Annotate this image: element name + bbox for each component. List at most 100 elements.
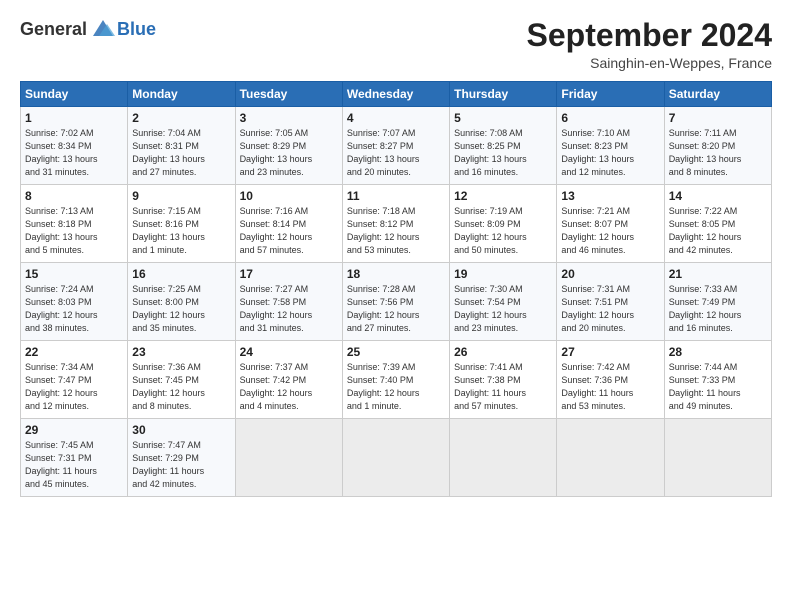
- table-row: [450, 419, 557, 497]
- day-number: 29: [25, 423, 123, 437]
- table-row: 29 Sunrise: 7:45 AM Sunset: 7:31 PM Dayli…: [21, 419, 128, 497]
- table-row: [235, 419, 342, 497]
- table-row: 1 Sunrise: 7:02 AM Sunset: 8:34 PM Daylig…: [21, 107, 128, 185]
- day-info: Sunrise: 7:11 AM Sunset: 8:20 PM Dayligh…: [669, 127, 767, 179]
- table-row: 15Sunrise: 7:24 AM Sunset: 8:03 PM Dayli…: [21, 263, 128, 341]
- day-info: Sunrise: 7:19 AM Sunset: 8:09 PM Dayligh…: [454, 205, 552, 257]
- day-number: 1: [25, 111, 123, 125]
- day-info: Sunrise: 7:37 AM Sunset: 7:42 PM Dayligh…: [240, 361, 338, 413]
- day-info: Sunrise: 7:42 AM Sunset: 7:36 PM Dayligh…: [561, 361, 659, 413]
- day-info: Sunrise: 7:24 AM Sunset: 8:03 PM Dayligh…: [25, 283, 123, 335]
- col-tuesday: Tuesday: [235, 82, 342, 107]
- day-number: 11: [347, 189, 445, 203]
- logo: General Blue: [20, 18, 156, 40]
- table-row: 27 Sunrise: 7:42 AM Sunset: 7:36 PM Dayli…: [557, 341, 664, 419]
- day-number: 2: [132, 111, 230, 125]
- day-number: 12: [454, 189, 552, 203]
- day-number: 3: [240, 111, 338, 125]
- day-info: Sunrise: 7:34 AM Sunset: 7:47 PM Dayligh…: [25, 361, 123, 413]
- table-row: 6 Sunrise: 7:10 AM Sunset: 8:23 PM Daylig…: [557, 107, 664, 185]
- col-friday: Friday: [557, 82, 664, 107]
- day-number: 27: [561, 345, 659, 359]
- col-wednesday: Wednesday: [342, 82, 449, 107]
- day-number: 20: [561, 267, 659, 281]
- table-row: 3 Sunrise: 7:05 AM Sunset: 8:29 PM Daylig…: [235, 107, 342, 185]
- col-saturday: Saturday: [664, 82, 771, 107]
- day-number: 7: [669, 111, 767, 125]
- table-row: 23 Sunrise: 7:36 AM Sunset: 7:45 PM Dayli…: [128, 341, 235, 419]
- logo-blue-text: Blue: [117, 19, 156, 40]
- header-row: Sunday Monday Tuesday Wednesday Thursday…: [21, 82, 772, 107]
- day-info: Sunrise: 7:45 AM Sunset: 7:31 PM Dayligh…: [25, 439, 123, 491]
- table-row: 16 Sunrise: 7:25 AM Sunset: 8:00 PM Dayli…: [128, 263, 235, 341]
- table-row: 25 Sunrise: 7:39 AM Sunset: 7:40 PM Dayli…: [342, 341, 449, 419]
- table-row: 14 Sunrise: 7:22 AM Sunset: 8:05 PM Dayli…: [664, 185, 771, 263]
- table-row: 20 Sunrise: 7:31 AM Sunset: 7:51 PM Dayli…: [557, 263, 664, 341]
- day-number: 25: [347, 345, 445, 359]
- day-info: Sunrise: 7:08 AM Sunset: 8:25 PM Dayligh…: [454, 127, 552, 179]
- day-info: Sunrise: 7:02 AM Sunset: 8:34 PM Dayligh…: [25, 127, 123, 179]
- table-row: 5Sunrise: 7:08 AM Sunset: 8:25 PM Daylig…: [450, 107, 557, 185]
- day-info: Sunrise: 7:25 AM Sunset: 8:00 PM Dayligh…: [132, 283, 230, 335]
- day-number: 6: [561, 111, 659, 125]
- location: Sainghin-en-Weppes, France: [527, 55, 772, 71]
- table-row: 13Sunrise: 7:21 AM Sunset: 8:07 PM Dayli…: [557, 185, 664, 263]
- day-info: Sunrise: 7:13 AM Sunset: 8:18 PM Dayligh…: [25, 205, 123, 257]
- month-title: September 2024: [527, 18, 772, 53]
- day-info: Sunrise: 7:33 AM Sunset: 7:49 PM Dayligh…: [669, 283, 767, 335]
- day-number: 8: [25, 189, 123, 203]
- header: General Blue September 2024 Sainghin-en-…: [20, 18, 772, 71]
- table-row: 4Sunrise: 7:07 AM Sunset: 8:27 PM Daylig…: [342, 107, 449, 185]
- day-info: Sunrise: 7:15 AM Sunset: 8:16 PM Dayligh…: [132, 205, 230, 257]
- day-info: Sunrise: 7:28 AM Sunset: 7:56 PM Dayligh…: [347, 283, 445, 335]
- table-row: 18Sunrise: 7:28 AM Sunset: 7:56 PM Dayli…: [342, 263, 449, 341]
- day-number: 9: [132, 189, 230, 203]
- day-number: 13: [561, 189, 659, 203]
- table-row: 10 Sunrise: 7:16 AM Sunset: 8:14 PM Dayli…: [235, 185, 342, 263]
- logo-general-text: General: [20, 19, 87, 40]
- table-row: 19Sunrise: 7:30 AM Sunset: 7:54 PM Dayli…: [450, 263, 557, 341]
- table-row: 8 Sunrise: 7:13 AM Sunset: 8:18 PM Daylig…: [21, 185, 128, 263]
- col-sunday: Sunday: [21, 82, 128, 107]
- day-info: Sunrise: 7:05 AM Sunset: 8:29 PM Dayligh…: [240, 127, 338, 179]
- day-number: 26: [454, 345, 552, 359]
- table-row: 21 Sunrise: 7:33 AM Sunset: 7:49 PM Dayli…: [664, 263, 771, 341]
- day-number: 23: [132, 345, 230, 359]
- table-row: 30 Sunrise: 7:47 AM Sunset: 7:29 PM Dayli…: [128, 419, 235, 497]
- calendar-week-row: 8 Sunrise: 7:13 AM Sunset: 8:18 PM Daylig…: [21, 185, 772, 263]
- day-info: Sunrise: 7:27 AM Sunset: 7:58 PM Dayligh…: [240, 283, 338, 335]
- calendar-week-row: 15Sunrise: 7:24 AM Sunset: 8:03 PM Dayli…: [21, 263, 772, 341]
- calendar-table: Sunday Monday Tuesday Wednesday Thursday…: [20, 81, 772, 497]
- day-number: 30: [132, 423, 230, 437]
- table-row: 11 Sunrise: 7:18 AM Sunset: 8:12 PM Dayli…: [342, 185, 449, 263]
- table-row: 17Sunrise: 7:27 AM Sunset: 7:58 PM Dayli…: [235, 263, 342, 341]
- day-info: Sunrise: 7:07 AM Sunset: 8:27 PM Dayligh…: [347, 127, 445, 179]
- table-row: 2 Sunrise: 7:04 AM Sunset: 8:31 PM Daylig…: [128, 107, 235, 185]
- table-row: [342, 419, 449, 497]
- day-info: Sunrise: 7:41 AM Sunset: 7:38 PM Dayligh…: [454, 361, 552, 413]
- day-number: 16: [132, 267, 230, 281]
- day-info: Sunrise: 7:16 AM Sunset: 8:14 PM Dayligh…: [240, 205, 338, 257]
- day-number: 21: [669, 267, 767, 281]
- calendar-week-row: 1 Sunrise: 7:02 AM Sunset: 8:34 PM Daylig…: [21, 107, 772, 185]
- day-info: Sunrise: 7:36 AM Sunset: 7:45 PM Dayligh…: [132, 361, 230, 413]
- day-number: 10: [240, 189, 338, 203]
- day-info: Sunrise: 7:22 AM Sunset: 8:05 PM Dayligh…: [669, 205, 767, 257]
- day-info: Sunrise: 7:47 AM Sunset: 7:29 PM Dayligh…: [132, 439, 230, 491]
- table-row: 9 Sunrise: 7:15 AM Sunset: 8:16 PM Daylig…: [128, 185, 235, 263]
- calendar-week-row: 29 Sunrise: 7:45 AM Sunset: 7:31 PM Dayli…: [21, 419, 772, 497]
- day-info: Sunrise: 7:31 AM Sunset: 7:51 PM Dayligh…: [561, 283, 659, 335]
- table-row: 26 Sunrise: 7:41 AM Sunset: 7:38 PM Dayli…: [450, 341, 557, 419]
- day-info: Sunrise: 7:10 AM Sunset: 8:23 PM Dayligh…: [561, 127, 659, 179]
- day-number: 14: [669, 189, 767, 203]
- day-info: Sunrise: 7:04 AM Sunset: 8:31 PM Dayligh…: [132, 127, 230, 179]
- table-row: 22Sunrise: 7:34 AM Sunset: 7:47 PM Dayli…: [21, 341, 128, 419]
- title-block: September 2024 Sainghin-en-Weppes, Franc…: [527, 18, 772, 71]
- day-info: Sunrise: 7:30 AM Sunset: 7:54 PM Dayligh…: [454, 283, 552, 335]
- day-info: Sunrise: 7:18 AM Sunset: 8:12 PM Dayligh…: [347, 205, 445, 257]
- day-info: Sunrise: 7:39 AM Sunset: 7:40 PM Dayligh…: [347, 361, 445, 413]
- table-row: 28Sunrise: 7:44 AM Sunset: 7:33 PM Dayli…: [664, 341, 771, 419]
- table-row: [664, 419, 771, 497]
- col-monday: Monday: [128, 82, 235, 107]
- table-row: 12 Sunrise: 7:19 AM Sunset: 8:09 PM Dayli…: [450, 185, 557, 263]
